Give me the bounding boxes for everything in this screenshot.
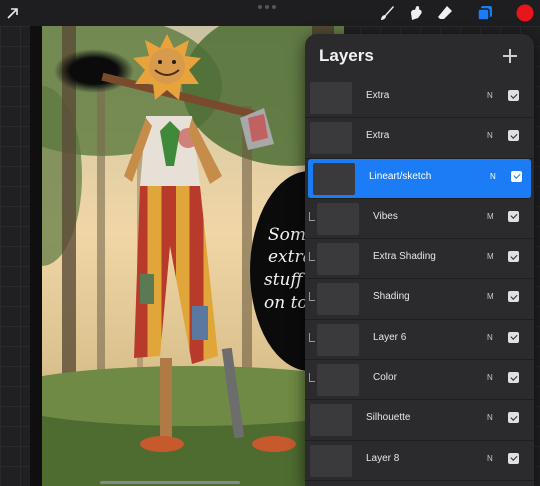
- blend-mode-button[interactable]: N: [487, 131, 493, 140]
- layer-name: Layer 6: [373, 331, 407, 343]
- top-toolbar: [0, 0, 540, 26]
- modify-arrow-icon[interactable]: [2, 2, 24, 24]
- layer-thumbnail[interactable]: [310, 82, 352, 114]
- layer-name: Silhouette: [366, 412, 411, 424]
- layer-thumbnail[interactable]: [317, 364, 359, 397]
- annotation-line-3: stuff: [264, 270, 306, 290]
- layer-thumbnail[interactable]: [310, 444, 352, 477]
- layers-panel-header: Layers: [305, 34, 534, 78]
- clipping-mask-icon: [309, 373, 315, 383]
- layer-thumbnail[interactable]: [313, 162, 355, 195]
- artwork-canvas[interactable]: Some extra stuff on top: [42, 26, 344, 486]
- layer-name: Color: [373, 372, 397, 384]
- visibility-checkbox[interactable]: [511, 170, 522, 182]
- layer-row[interactable]: Extra Shading M: [305, 239, 534, 280]
- canvas-edge: [30, 26, 42, 486]
- layer-thumbnail[interactable]: [310, 122, 352, 155]
- layer-thumbnail[interactable]: [310, 404, 352, 437]
- layers-panel-title: Layers: [319, 46, 374, 65]
- blend-mode-button[interactable]: N: [487, 413, 493, 422]
- blend-mode-button[interactable]: N: [487, 454, 493, 463]
- blend-mode-button[interactable]: M: [487, 252, 494, 261]
- layer-name: Layer 8: [366, 452, 400, 464]
- clipping-mask-icon: [309, 292, 315, 302]
- layer-row[interactable]: Vibes M: [305, 199, 534, 240]
- layer-row[interactable]: Silhouette N: [305, 400, 534, 441]
- visibility-checkbox[interactable]: [508, 90, 519, 101]
- layer-name: Lineart/sketch: [369, 170, 432, 182]
- layer-name: Vibes: [373, 210, 398, 222]
- layer-thumbnail[interactable]: [317, 243, 359, 276]
- brush-icon[interactable]: [376, 2, 398, 24]
- layer-row[interactable]: Extra N: [305, 118, 534, 159]
- blend-mode-button[interactable]: M: [487, 212, 494, 221]
- artwork-illustration: Some extra stuff on top: [42, 26, 344, 486]
- layer-row[interactable]: Shading M: [305, 279, 534, 320]
- layer-row[interactable]: Lineart/sketch N: [308, 158, 531, 199]
- layers-icon[interactable]: [474, 2, 496, 24]
- eraser-icon[interactable]: [434, 2, 456, 24]
- layer-row[interactable]: Extra N: [305, 78, 534, 119]
- layers-panel: Layers Extra N Extra N Lineart/sketch N Vibes M…: [305, 34, 534, 486]
- color-swatch[interactable]: [514, 2, 536, 24]
- visibility-checkbox[interactable]: [508, 331, 519, 343]
- layer-list[interactable]: Extra N Extra N Lineart/sketch N Vibes M Extra S…: [305, 78, 534, 481]
- blend-mode-button[interactable]: N: [487, 333, 493, 342]
- visibility-checkbox[interactable]: [508, 291, 519, 303]
- visibility-checkbox[interactable]: [508, 130, 519, 142]
- layer-name: Shading: [373, 291, 410, 303]
- blend-mode-button[interactable]: N: [490, 172, 496, 181]
- layer-thumbnail[interactable]: [317, 202, 359, 235]
- smudge-icon[interactable]: [405, 2, 427, 24]
- layer-thumbnail[interactable]: [317, 323, 359, 356]
- visibility-checkbox[interactable]: [508, 452, 519, 464]
- layer-row[interactable]: Color N: [305, 360, 534, 401]
- blend-mode-button[interactable]: N: [487, 373, 493, 382]
- clipping-mask-icon: [309, 252, 315, 262]
- layer-name: Extra Shading: [373, 251, 436, 263]
- add-layer-button[interactable]: [500, 46, 520, 66]
- visibility-checkbox[interactable]: [508, 412, 519, 424]
- layer-row[interactable]: Layer 6 N: [305, 320, 534, 361]
- visibility-checkbox[interactable]: [508, 251, 519, 263]
- layer-thumbnail[interactable]: [317, 283, 359, 316]
- blend-mode-button[interactable]: M: [487, 292, 494, 301]
- visibility-checkbox[interactable]: [508, 372, 519, 384]
- visibility-checkbox[interactable]: [508, 210, 519, 222]
- bottom-handle[interactable]: [100, 481, 240, 484]
- layer-name: Extra: [366, 90, 390, 101]
- clipping-mask-icon: [309, 211, 315, 221]
- top-grabber[interactable]: [258, 5, 282, 9]
- layer-row[interactable]: Layer 8 N: [305, 441, 534, 481]
- blend-mode-button[interactable]: N: [487, 91, 493, 100]
- clipping-mask-icon: [309, 332, 315, 342]
- layer-name: Extra: [366, 130, 390, 142]
